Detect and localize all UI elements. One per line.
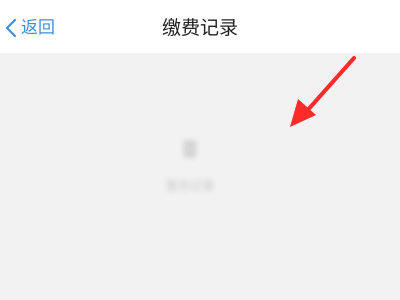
- payment-records-content: 暂无记录: [0, 53, 400, 300]
- app-screen: 返回 缴费记录 暂无记录: [0, 0, 400, 300]
- navigation-bar: 返回 缴费记录: [0, 0, 400, 53]
- page-title: 缴费记录: [161, 17, 238, 39]
- empty-state-text: 暂无记录: [165, 179, 214, 193]
- document-icon: [179, 138, 201, 160]
- empty-state: 暂无记录: [150, 138, 230, 194]
